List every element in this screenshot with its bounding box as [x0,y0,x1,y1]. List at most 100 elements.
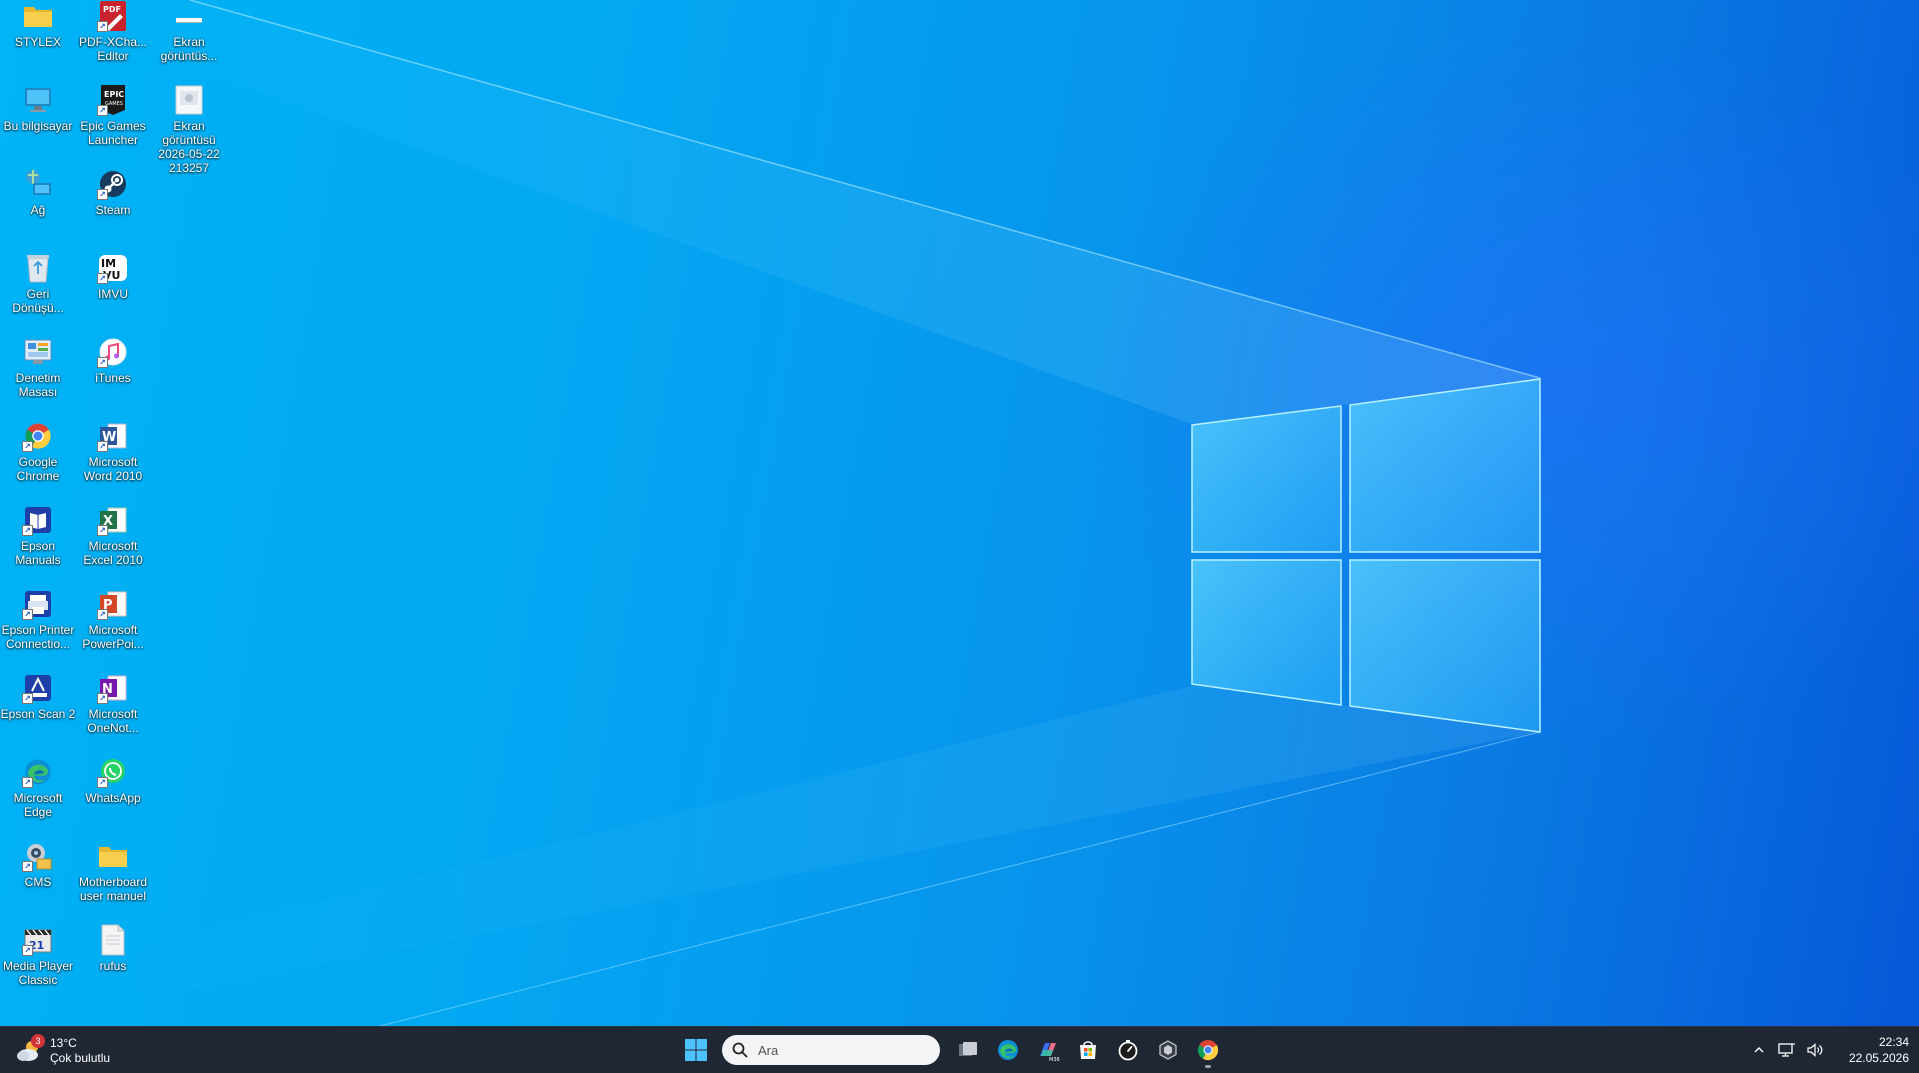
weather-widget[interactable]: 3 13°C Çok bulutlu [14,1033,110,1069]
word-icon: W ↗ [97,420,129,452]
windows-logo-wallpaper [1191,378,1541,733]
desktop-icon-label: Epson Manuals [15,539,61,567]
shortcut-arrow-icon: ↗ [22,693,33,704]
desktop-icon-label: Ekran görüntüsü 2026-05-22 213257 [158,119,220,175]
desktop-icon-epson-manuals[interactable]: ↗ Epson Manuals [0,504,76,567]
desktop-icon-label: Epic Games Launcher [80,119,146,147]
desktop-icon-itunes[interactable]: ↗ iTunes [75,336,151,385]
desktop-icon-text-file[interactable]: rufus [75,924,151,973]
cms-icon: ↗ [22,840,54,872]
desktop-icon-control-panel[interactable]: Denetim Masası [0,336,76,399]
desktop-icon-label: Ekran görüntüs... [160,35,218,63]
steam-icon: ↗ [97,168,129,200]
network-icon [22,168,54,200]
desktop-icon-label: Media Player Classic [2,959,74,987]
taskbar-clock[interactable]: 22:34 22.05.2026 [1839,1034,1909,1066]
imvu-icon: IM VU ↗ [97,252,129,284]
stopwatch-icon [1118,1040,1138,1061]
itunes-icon: ↗ [97,336,129,368]
desktop-icon-powerpoint[interactable]: P ↗ Microsoft PowerPoi... [75,588,151,651]
onenote-icon: N ↗ [97,672,129,704]
clock-date: 22.05.2026 [1848,1051,1909,1065]
desktop-icon-onenote[interactable]: N ↗ Microsoft OneNot... [75,672,151,735]
desktop-icon-recycle-bin[interactable]: Geri Dönüşü... [0,252,76,315]
desktop-icon-whatsapp[interactable]: ↗ WhatsApp [75,756,151,805]
desktop-icon-epson-printer[interactable]: ↗ Epson Printer Connectio... [0,588,76,651]
taskbar-center: M365 [676,1031,1228,1069]
taskbar-task-view-button[interactable] [948,1031,988,1069]
desktop-icon-label: Microsoft Edge [13,791,63,819]
desktop-icon-excel[interactable]: X ↗ Microsoft Excel 2010 [75,504,151,567]
desktop-icon-label: Epson Scan 2 [0,707,76,721]
weather-temperature: 13°C [50,1036,77,1050]
edge-icon [998,1040,1018,1060]
shortcut-arrow-icon: ↗ [97,693,108,704]
desktop-icon-imvu[interactable]: IM VU ↗ IMVU [75,252,151,301]
taskbar: 3 13°C Çok bulutlu Ara M36 22:34 22.05.2… [0,1026,1919,1073]
desktop-icon-label: WhatsApp [85,791,141,805]
shortcut-arrow-icon: ↗ [22,525,33,536]
taskbar-unity-hub-button[interactable] [1148,1031,1188,1069]
desktop-icon-word[interactable]: W ↗ Microsoft Word 2010 [75,420,151,483]
desktop-icon-label: PDF-XCha... Editor [78,35,147,63]
start-button[interactable] [676,1031,716,1069]
screenshot-file-icon [173,0,205,32]
chrome-icon: ↗ [22,420,54,452]
shortcut-arrow-icon: ↗ [22,609,33,620]
taskbar-search-box[interactable] [722,1035,940,1065]
desktop-icon-label: Epson Printer Connectio... [1,623,75,651]
desktop-icon-media-player-classic[interactable]: 21 ↗ Media Player Classic [0,924,76,987]
shortcut-arrow-icon: ↗ [97,189,108,200]
desktop-icon-this-pc[interactable]: Bu bilgisayar [0,84,76,133]
media-player-classic-icon: 21 ↗ [22,924,54,956]
desktop-icon-edge[interactable]: ↗ Microsoft Edge [0,756,76,819]
desktop-icon-steam[interactable]: ↗ Steam [75,168,151,217]
desktop-wallpaper[interactable]: STYLEX PDF ↗ PDF-XCha... Editor Ekran görünt… [0,0,1919,1026]
desktop-icon-screenshot-image[interactable]: Ekran görüntüsü 2026-05-22 213257 [151,84,227,175]
desktop-icon-label: Denetim Masası [15,371,61,399]
folder-icon [97,840,129,872]
desktop-icon-label: Bu bilgisayar [3,119,73,133]
desktop-icon-label: Steam [95,203,131,217]
svg-text:EPIC: EPIC [104,90,124,99]
search-input[interactable] [756,1041,930,1059]
desktop-icon-label: IMVU [98,287,128,301]
network-monitor-icon [1778,1043,1795,1057]
edge-icon: ↗ [22,756,54,788]
desktop-icon-label: iTunes [95,371,131,385]
epson-printer-icon: ↗ [22,588,54,620]
network-status-button[interactable] [1773,1034,1801,1066]
desktop-icon-folder[interactable]: Motherboard user manuel [75,840,151,903]
desktop-icon-epic-games[interactable]: EPIC GAMES ↗ Epic Games Launcher [75,84,151,147]
taskbar-m365-copilot-button[interactable]: M365 [1028,1031,1068,1069]
desktop-icon-folder[interactable]: STYLEX [0,0,76,49]
desktop-icon-network[interactable]: Ağ [0,168,76,217]
this-pc-icon [22,84,54,116]
unity-icon [1159,1040,1177,1060]
shortcut-arrow-icon: ↗ [22,441,33,452]
taskbar-edge-button[interactable] [988,1031,1028,1069]
text-file-icon [97,924,129,956]
taskbar-chrome-button[interactable] [1188,1031,1228,1069]
desktop-icon-label: Geri Dönüşü... [12,287,64,315]
weather-cloudy-icon: 3 [14,1034,45,1066]
desktop-icon-epson-scan[interactable]: ↗ Epson Scan 2 [0,672,76,721]
show-hidden-icons-button[interactable] [1745,1034,1773,1066]
taskbar-clock-app-button[interactable] [1108,1031,1148,1069]
volume-button[interactable] [1801,1034,1829,1066]
chevron-up-icon [1754,1047,1764,1053]
task-view-icon [959,1042,977,1056]
chrome-icon [1197,1040,1219,1061]
desktop-icon-label: Motherboard user manuel [78,875,148,903]
windows-start-icon [685,1039,707,1061]
desktop-icon-screenshot-file[interactable]: Ekran görüntüs... [151,0,227,63]
desktop-icon-label: STYLEX [14,35,62,49]
desktop-icon-cms[interactable]: ↗ CMS [0,840,76,889]
desktop-icon-chrome[interactable]: ↗ Google Chrome [0,420,76,483]
taskbar-store-button[interactable] [1068,1031,1108,1069]
shortcut-arrow-icon: ↗ [97,525,108,536]
desktop-icon-pdf-xchange[interactable]: PDF ↗ PDF-XCha... Editor [75,0,151,63]
wallpaper-light-beams [0,0,1541,1026]
desktop-icon-label: Google Chrome [16,455,60,483]
desktop-icon-label: Microsoft Word 2010 [83,455,143,483]
